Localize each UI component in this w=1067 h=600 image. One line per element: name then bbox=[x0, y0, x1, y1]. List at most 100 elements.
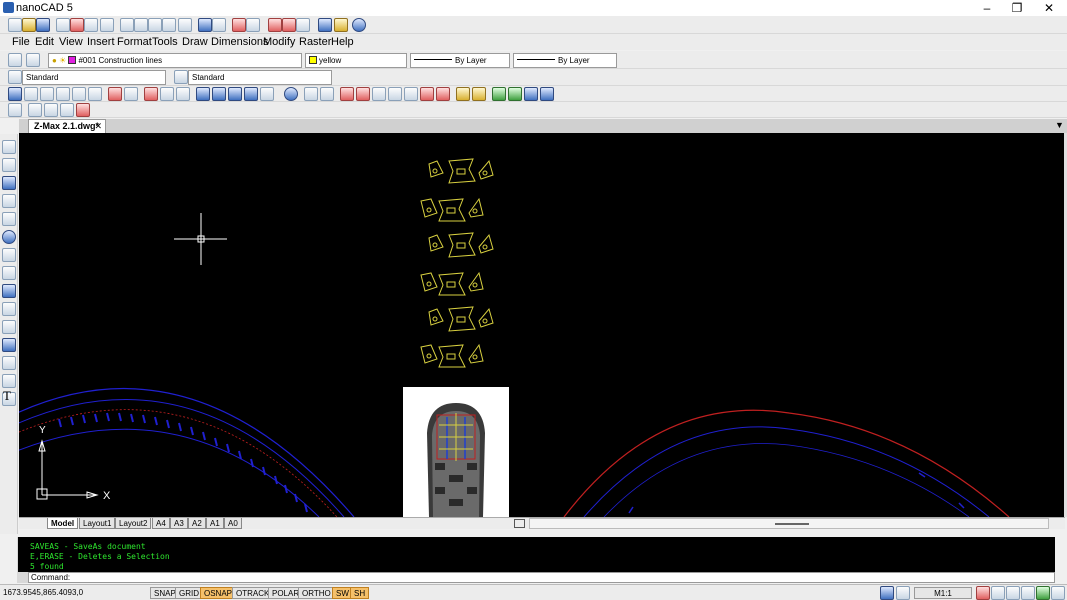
document-tab[interactable]: Z-Max 2.1.dwg* ✕ bbox=[28, 119, 106, 133]
help-icon[interactable] bbox=[352, 18, 366, 32]
menu-help[interactable]: Help bbox=[331, 36, 354, 48]
ellipse-icon[interactable] bbox=[2, 284, 16, 298]
text-style-icon[interactable] bbox=[8, 70, 22, 84]
menu-tools[interactable]: Tools bbox=[152, 36, 178, 48]
menu-edit[interactable]: Edit bbox=[35, 36, 54, 48]
osnap-toggle[interactable]: OSNAP bbox=[200, 587, 237, 599]
construction-line-icon[interactable] bbox=[2, 176, 16, 190]
tool-26-icon[interactable] bbox=[456, 87, 470, 101]
menu-modify[interactable]: Modify bbox=[263, 36, 295, 48]
tool-13-icon[interactable] bbox=[212, 87, 226, 101]
menu-draw[interactable]: Draw bbox=[182, 36, 208, 48]
cut-icon[interactable] bbox=[120, 18, 134, 32]
tool-30-icon[interactable] bbox=[524, 87, 538, 101]
layout-tab-model[interactable]: Model bbox=[47, 518, 79, 529]
zoom-extents-status-icon[interactable] bbox=[1021, 586, 1035, 600]
line-icon[interactable] bbox=[2, 140, 16, 154]
tool-25-icon[interactable] bbox=[436, 87, 450, 101]
tool-36-icon[interactable] bbox=[76, 103, 90, 117]
hatch-icon[interactable] bbox=[2, 338, 16, 352]
arc-icon[interactable] bbox=[2, 248, 16, 262]
menu-raster[interactable]: Raster bbox=[299, 36, 331, 48]
preview-icon[interactable] bbox=[84, 18, 98, 32]
tool-4-icon[interactable] bbox=[56, 87, 70, 101]
tool-8-icon[interactable] bbox=[124, 87, 138, 101]
drawing-canvas[interactable]: Y X bbox=[19, 133, 1065, 517]
polyline-icon[interactable] bbox=[2, 158, 16, 172]
tool-19-icon[interactable] bbox=[340, 87, 354, 101]
publish-icon[interactable] bbox=[100, 18, 114, 32]
tool-3-icon[interactable] bbox=[40, 87, 54, 101]
tool-6-icon[interactable] bbox=[88, 87, 102, 101]
tool-32-icon[interactable] bbox=[8, 103, 22, 117]
tool-34-icon[interactable] bbox=[44, 103, 58, 117]
layout-tab-a4[interactable]: A4 bbox=[152, 518, 170, 529]
gradient-icon[interactable] bbox=[2, 356, 16, 370]
layout-tab-a2[interactable]: A2 bbox=[188, 518, 206, 529]
open-icon[interactable] bbox=[22, 18, 36, 32]
match-props-icon[interactable] bbox=[178, 18, 192, 32]
tool-28-icon[interactable] bbox=[492, 87, 506, 101]
tool-5-icon[interactable] bbox=[72, 87, 86, 101]
circle-icon[interactable] bbox=[2, 230, 16, 244]
print-icon[interactable] bbox=[56, 18, 70, 32]
copy-icon[interactable] bbox=[134, 18, 148, 32]
spline-icon[interactable] bbox=[2, 266, 16, 280]
plot-icon[interactable] bbox=[70, 18, 84, 32]
regen-icon[interactable] bbox=[1036, 586, 1050, 600]
horizontal-scrollbar[interactable] bbox=[529, 518, 1049, 529]
lineweight-select[interactable]: By Layer bbox=[513, 53, 617, 68]
annotation-icon[interactable] bbox=[976, 586, 990, 600]
tool-1-icon[interactable] bbox=[8, 87, 22, 101]
tool-2-icon[interactable] bbox=[24, 87, 38, 101]
properties-icon[interactable] bbox=[334, 18, 348, 32]
layout-tab-a0[interactable]: A0 bbox=[224, 518, 242, 529]
paste-special-icon[interactable] bbox=[162, 18, 176, 32]
scroll-thumb[interactable] bbox=[775, 523, 809, 525]
tool-15-icon[interactable] bbox=[244, 87, 258, 101]
tab-menu-icon[interactable]: ▼ bbox=[1055, 120, 1064, 130]
close-tab-icon[interactable]: ✕ bbox=[94, 120, 102, 132]
rectangle-icon[interactable] bbox=[2, 212, 16, 226]
tool-16-icon[interactable] bbox=[260, 87, 274, 101]
layer-previous-icon[interactable] bbox=[26, 53, 40, 67]
distance-icon[interactable] bbox=[318, 18, 332, 32]
tool-7-icon[interactable] bbox=[108, 87, 122, 101]
menu-insert[interactable]: Insert bbox=[87, 36, 115, 48]
zoom-window-icon[interactable] bbox=[268, 18, 282, 32]
text-icon[interactable]: T bbox=[3, 388, 11, 404]
block-icon[interactable] bbox=[2, 302, 16, 316]
close-icon[interactable]: ✕ bbox=[1032, 0, 1066, 16]
tool-11-icon[interactable] bbox=[176, 87, 190, 101]
menu-view[interactable]: View bbox=[59, 36, 83, 48]
undo-icon[interactable] bbox=[198, 18, 212, 32]
tool-17-icon[interactable] bbox=[304, 87, 318, 101]
tool-23-icon[interactable] bbox=[404, 87, 418, 101]
viewport-icon[interactable] bbox=[896, 586, 910, 600]
new-icon[interactable] bbox=[8, 18, 22, 32]
redo-icon[interactable] bbox=[212, 18, 226, 32]
scale-select[interactable]: M1:1 bbox=[914, 587, 972, 599]
linetype-select[interactable]: By Layer bbox=[410, 53, 510, 68]
sh-toggle[interactable]: SH bbox=[350, 587, 370, 599]
rotate-icon[interactable] bbox=[284, 87, 298, 101]
tool-12-icon[interactable] bbox=[196, 87, 210, 101]
layout-tab-layout2[interactable]: Layout2 bbox=[115, 518, 152, 529]
ortho-toggle[interactable]: ORTHO bbox=[298, 587, 335, 599]
tool-31-icon[interactable] bbox=[540, 87, 554, 101]
color-select[interactable]: yellow bbox=[305, 53, 407, 68]
paste-icon[interactable] bbox=[148, 18, 162, 32]
dim-style-select[interactable]: Standard bbox=[188, 70, 332, 85]
menu-dimensions[interactable]: Dimensions bbox=[211, 36, 268, 48]
minimize-icon[interactable]: – bbox=[970, 0, 1004, 16]
grid-toggle[interactable]: GRID bbox=[175, 587, 203, 599]
split-icon[interactable] bbox=[514, 519, 525, 528]
polygon-icon[interactable] bbox=[2, 194, 16, 208]
pan-icon[interactable] bbox=[232, 18, 246, 32]
zoom-window-status-icon[interactable] bbox=[1006, 586, 1020, 600]
command-input[interactable]: Command: bbox=[28, 572, 1055, 583]
tool-18-icon[interactable] bbox=[320, 87, 334, 101]
tool-33-icon[interactable] bbox=[28, 103, 42, 117]
tool-24-icon[interactable] bbox=[420, 87, 434, 101]
layer-select[interactable]: ● ☀ #001 Construction lines bbox=[48, 53, 302, 68]
